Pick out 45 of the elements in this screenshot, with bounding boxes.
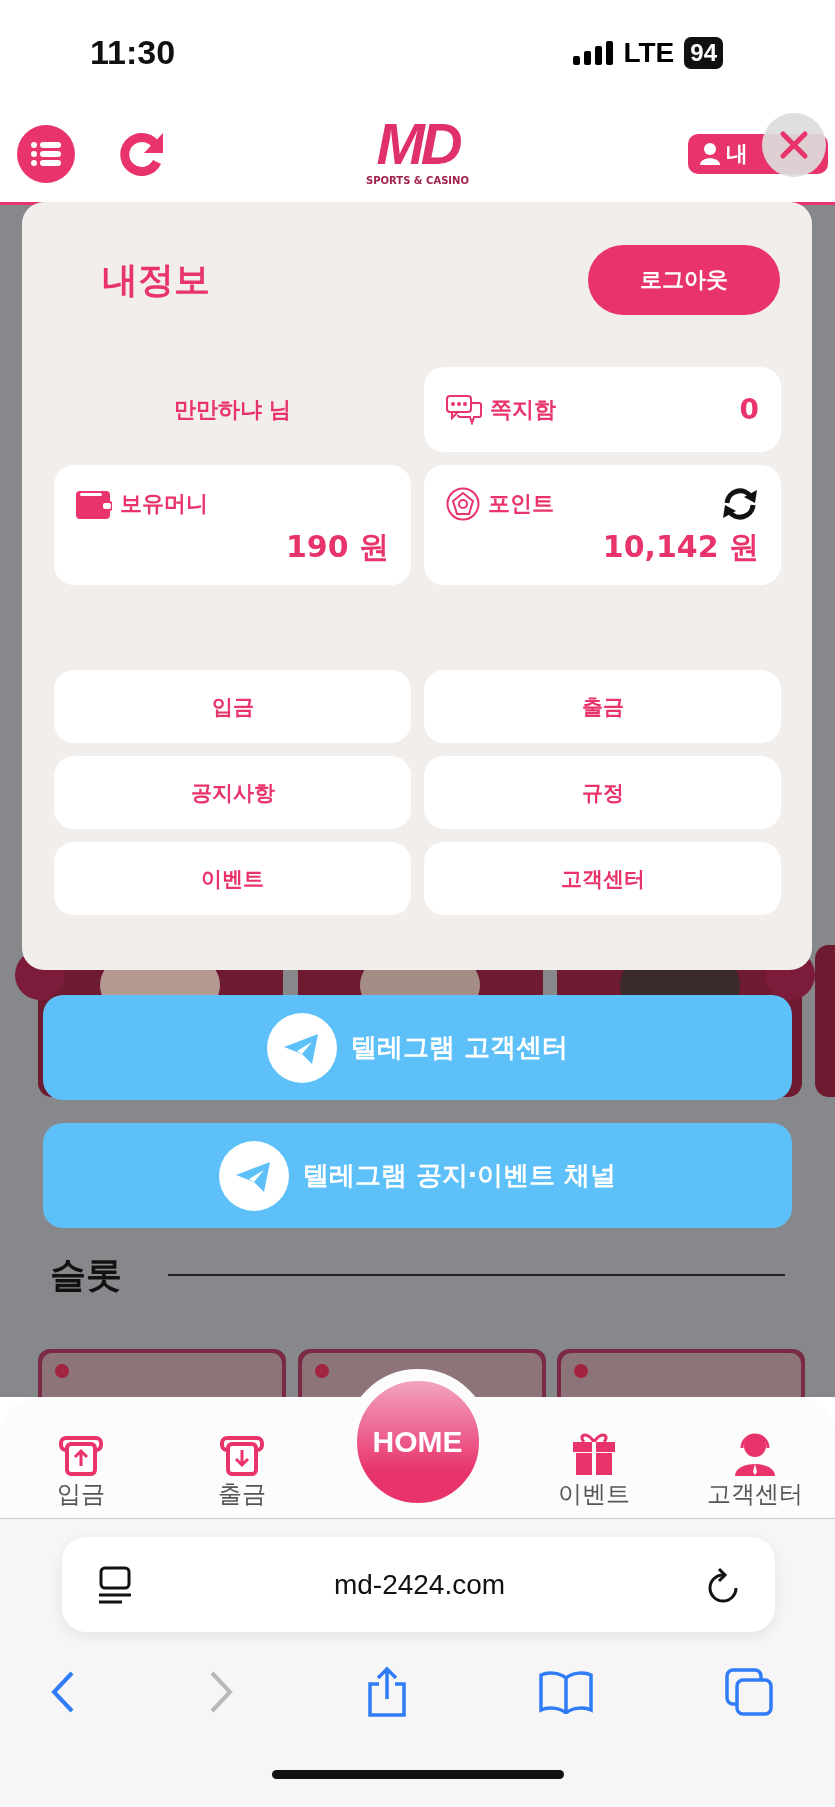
menu-item[interactable]: 입금 (54, 670, 411, 743)
nav-item[interactable]: 고객센터 (694, 1430, 815, 1510)
bookmarks-icon[interactable] (539, 1670, 594, 1714)
signal-icon (573, 40, 614, 65)
back-icon[interactable] (50, 1670, 76, 1714)
address-bar[interactable]: md-2424.com (62, 1537, 775, 1632)
logo-tagline: SPORTS & CASINO (366, 175, 469, 186)
logout-button[interactable]: 로그아웃 (588, 245, 780, 315)
nickname: 만만하냐 님 (173, 395, 292, 424)
chat-icon (446, 394, 482, 425)
menu-item[interactable]: 고객센터 (424, 842, 781, 915)
wallet-icon (76, 489, 112, 519)
menu-item[interactable]: 공지사항 (54, 756, 411, 829)
user-icon (700, 142, 720, 165)
balance-amount: 190 원 (285, 528, 389, 566)
list-icon (31, 141, 61, 166)
balance-amount: 10,142 원 (602, 528, 759, 566)
clock-time: 11:30 (90, 33, 176, 72)
point-badge-icon (446, 487, 480, 521)
battery-level: 94 (684, 36, 723, 69)
menu-item[interactable]: 규정 (424, 756, 781, 829)
nav-item[interactable]: 입금 (20, 1436, 141, 1510)
paper-plane-icon (266, 1012, 337, 1083)
logo-mark: MD (376, 113, 459, 175)
nav-item[interactable]: 이벤트 (533, 1430, 654, 1510)
messages-count: 0 (739, 393, 759, 426)
tabs-icon[interactable] (725, 1668, 773, 1716)
panel-title: 내정보 (102, 257, 210, 302)
reload-icon[interactable] (707, 1566, 739, 1603)
menu-item[interactable]: 출금 (424, 670, 781, 743)
page-menu-icon[interactable] (98, 1565, 132, 1604)
network-label: LTE (623, 36, 675, 69)
paper-plane-icon (218, 1140, 289, 1211)
menu-button[interactable] (17, 124, 75, 183)
section-title: 슬롯 (50, 1252, 122, 1297)
balance-label: 보유머니 (120, 490, 208, 518)
menu-item[interactable]: 이벤트 (54, 842, 411, 915)
url-text: md-2424.com (333, 1568, 506, 1601)
refresh-icon[interactable] (721, 487, 759, 521)
share-icon[interactable] (365, 1666, 408, 1718)
messages-label: 쪽지함 (490, 395, 556, 424)
close-icon (779, 130, 809, 160)
messages-card[interactable]: 쪽지함 0 (424, 367, 781, 452)
nav-item[interactable]: 출금 (181, 1436, 302, 1510)
balance-label: 포인트 (488, 490, 554, 518)
